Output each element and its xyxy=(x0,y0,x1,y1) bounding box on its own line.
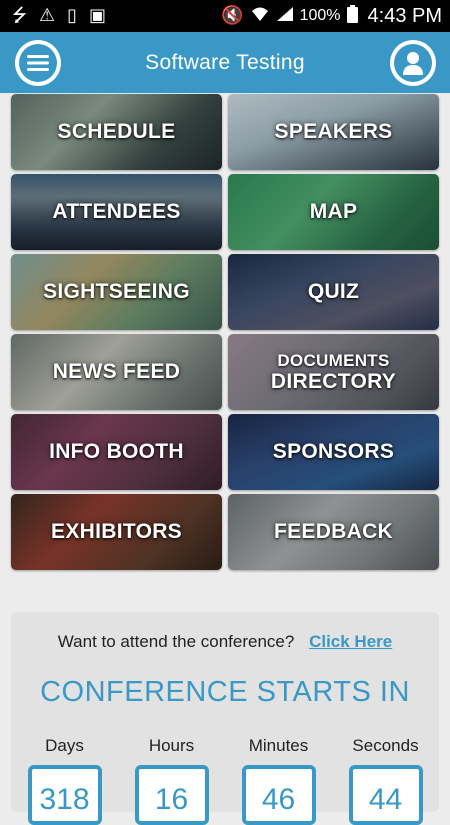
tile-quiz[interactable]: QUIZ xyxy=(228,254,439,330)
notification-icons: ⭍ ⚠ ▯ ▣ xyxy=(0,7,106,25)
tile-exhibitors[interactable]: EXHIBITORS xyxy=(11,494,222,570)
unit-label: Days xyxy=(45,736,84,755)
attend-text: Want to attend the conference? xyxy=(57,632,295,651)
unit-value: 44 xyxy=(368,783,403,816)
tile-feedback[interactable]: FEEDBACK xyxy=(228,494,439,570)
tile-label: FEEDBACK xyxy=(273,520,394,544)
countdown-hours: Hours 16 xyxy=(118,736,225,825)
unit-box: 44 xyxy=(348,765,423,825)
countdown-units: Days 318 Hours 16 Minutes 46 Seconds 44 xyxy=(11,736,439,825)
tile-schedule[interactable]: SCHEDULE xyxy=(11,94,222,170)
battery-icon xyxy=(346,5,358,27)
tile-label: QUIZ xyxy=(307,280,360,304)
tile-sightseeing[interactable]: SIGHTSEEING xyxy=(11,254,222,330)
tile-label: SPEAKERS xyxy=(274,120,393,144)
tile-map[interactable]: MAP xyxy=(228,174,439,250)
battery-percent: 100% xyxy=(299,7,341,24)
tile-label: INFO BOOTH xyxy=(49,440,184,464)
tile-label: MAP xyxy=(309,200,358,224)
tile-documents-directory[interactable]: DOCUMENTS DIRECTORY xyxy=(228,334,439,410)
battery-100-icon: ▯ xyxy=(67,5,78,26)
tile-label: DOCUMENTS DIRECTORY xyxy=(271,351,396,394)
profile-button[interactable] xyxy=(390,40,436,86)
sim-error-icon: ▣ xyxy=(89,5,107,26)
warning-icon: ⚠ xyxy=(39,5,56,26)
tile-label-line2: DIRECTORY xyxy=(270,369,397,393)
countdown-heading: CONFERENCE STARTS IN xyxy=(40,676,410,708)
tile-label: ATTENDEES xyxy=(52,200,181,224)
tile-label-line1: DOCUMENTS xyxy=(277,350,390,370)
tile-attendees[interactable]: ATTENDEES xyxy=(11,174,222,250)
app-header: Software Testing xyxy=(0,32,450,93)
mute-icon: 🔇 xyxy=(221,5,244,26)
usb-icon: ⭍ xyxy=(12,5,27,26)
unit-label: Seconds xyxy=(352,736,419,755)
wifi-icon xyxy=(250,6,270,26)
system-icons: 🔇 100% 4:43 PM xyxy=(221,5,450,28)
unit-box: 46 xyxy=(241,765,316,825)
unit-value: 16 xyxy=(154,783,189,816)
attend-row: Want to attend the conference? Click Her… xyxy=(11,632,439,652)
clock: 4:43 PM xyxy=(367,4,442,27)
unit-box: 16 xyxy=(134,765,209,825)
tile-info-booth[interactable]: INFO BOOTH xyxy=(11,414,222,490)
signal-icon xyxy=(276,6,294,26)
countdown-seconds: Seconds 44 xyxy=(332,736,439,825)
tile-label: SIGHTSEEING xyxy=(43,280,190,304)
click-here-link[interactable]: Click Here xyxy=(309,632,392,651)
user-icon xyxy=(394,44,432,82)
unit-value: 318 xyxy=(39,783,90,816)
countdown-card: Want to attend the conference? Click Her… xyxy=(11,612,439,825)
countdown-minutes: Minutes 46 xyxy=(225,736,332,825)
tile-news-feed[interactable]: NEWS FEED xyxy=(11,334,222,410)
tile-label: SCHEDULE xyxy=(57,120,176,144)
tile-sponsors[interactable]: SPONSORS xyxy=(228,414,439,490)
unit-value: 46 xyxy=(261,783,296,816)
countdown-days: Days 318 xyxy=(11,736,118,825)
menu-grid: SCHEDULE SPEAKERS ATTENDEES MAP SIGHTSEE… xyxy=(11,94,439,570)
tile-label: EXHIBITORS xyxy=(51,520,182,544)
tile-speakers[interactable]: SPEAKERS xyxy=(228,94,439,170)
tile-label: SPONSORS xyxy=(272,440,395,464)
page-title: Software Testing xyxy=(145,50,305,74)
tile-label: NEWS FEED xyxy=(52,360,181,384)
menu-icon xyxy=(19,44,57,82)
menu-button[interactable] xyxy=(15,40,61,86)
unit-label: Hours xyxy=(148,736,195,755)
unit-box: 318 xyxy=(27,765,102,825)
unit-label: Minutes xyxy=(248,736,309,755)
status-bar: ⭍ ⚠ ▯ ▣ 🔇 100% 4:43 PM xyxy=(0,0,450,32)
